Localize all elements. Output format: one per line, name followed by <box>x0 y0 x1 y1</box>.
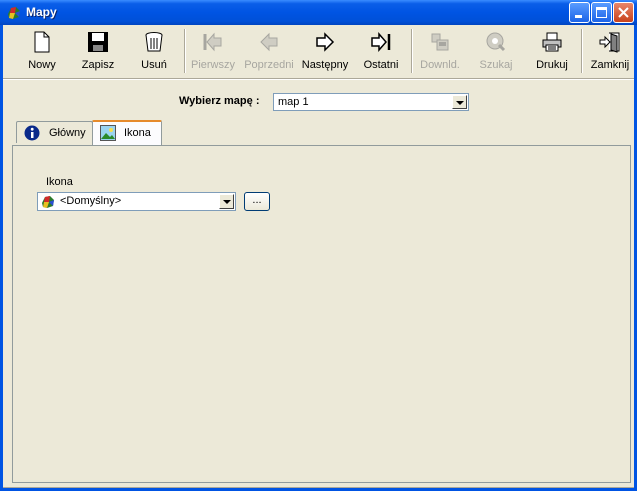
previous-arrow-icon <box>260 32 278 52</box>
tab-ikona[interactable]: Ikona <box>92 120 162 145</box>
search-button[interactable]: Szukaj <box>469 27 523 75</box>
tab-glowny[interactable]: Główny <box>16 121 93 143</box>
browse-icon-button[interactable]: ... <box>244 192 270 211</box>
toolbar-divider <box>3 78 634 80</box>
window-title: Mapy <box>26 5 57 19</box>
map-app-icon <box>42 196 54 208</box>
last-arrow-icon <box>371 32 391 52</box>
minimize-icon <box>575 15 582 18</box>
first-button-label: Pierwszy <box>190 59 235 71</box>
minimize-button[interactable] <box>569 2 590 23</box>
delete-button[interactable]: Usuń <box>127 27 181 75</box>
download-button-label: Downld. <box>420 59 460 71</box>
icon-select[interactable]: <Domyślny> <box>37 192 236 211</box>
save-button[interactable]: Zapisz <box>71 27 125 75</box>
first-arrow-icon <box>203 32 222 52</box>
tab-ikona-label: Ikona <box>124 127 151 139</box>
map-app-icon <box>8 7 20 19</box>
new-document-icon <box>34 31 50 53</box>
new-button-label: Nowy <box>28 59 56 71</box>
main-window: Mapy Nowy Zapisz Usuń Pierwszy Poprzedni… <box>0 0 637 491</box>
exit-button-label: Zamknij <box>590 59 630 71</box>
maximize-button[interactable] <box>591 2 612 23</box>
image-icon <box>100 125 116 141</box>
next-button-label: Następny <box>301 59 349 71</box>
previous-button[interactable]: Poprzedni <box>242 27 296 75</box>
maximize-icon <box>596 7 607 18</box>
exit-door-icon <box>599 32 620 53</box>
exit-button[interactable]: Zamknij <box>583 27 637 75</box>
first-button[interactable]: Pierwszy <box>186 27 240 75</box>
floppy-disk-icon <box>88 32 108 52</box>
map-select[interactable]: map 1 <box>273 93 469 111</box>
bottom-divider <box>3 487 634 488</box>
icon-select-dropdown-button[interactable] <box>219 194 234 209</box>
map-select-dropdown-button[interactable] <box>452 95 467 109</box>
printer-icon <box>542 32 562 52</box>
search-icon <box>486 32 506 52</box>
delete-button-label: Usuń <box>141 59 167 71</box>
last-button[interactable]: Ostatni <box>354 27 408 75</box>
tab-glowny-label: Główny <box>49 127 86 139</box>
close-button[interactable] <box>613 2 634 23</box>
info-icon <box>24 125 40 141</box>
close-icon <box>618 7 629 18</box>
map-select-label: Wybierz mapę : <box>179 95 260 107</box>
toolbar: Nowy Zapisz Usuń Pierwszy Poprzedni Nast… <box>9 27 633 75</box>
trash-can-icon <box>145 32 163 52</box>
save-button-label: Zapisz <box>81 59 115 71</box>
print-button[interactable]: Drukuj <box>525 27 579 75</box>
next-arrow-icon <box>316 32 335 52</box>
download-button[interactable]: Downld. <box>413 27 467 75</box>
last-button-label: Ostatni <box>363 59 399 71</box>
search-button-label: Szukaj <box>479 59 513 71</box>
icon-field-label: Ikona <box>46 176 73 188</box>
title-bar[interactable]: Mapy <box>0 0 637 25</box>
new-button[interactable]: Nowy <box>15 27 69 75</box>
next-button[interactable]: Następny <box>298 27 352 75</box>
map-select-value: map 1 <box>278 96 309 108</box>
icon-select-value: <Domyślny> <box>60 195 122 207</box>
previous-button-label: Poprzedni <box>244 59 294 71</box>
print-button-label: Drukuj <box>536 59 568 71</box>
download-icon <box>431 33 449 51</box>
